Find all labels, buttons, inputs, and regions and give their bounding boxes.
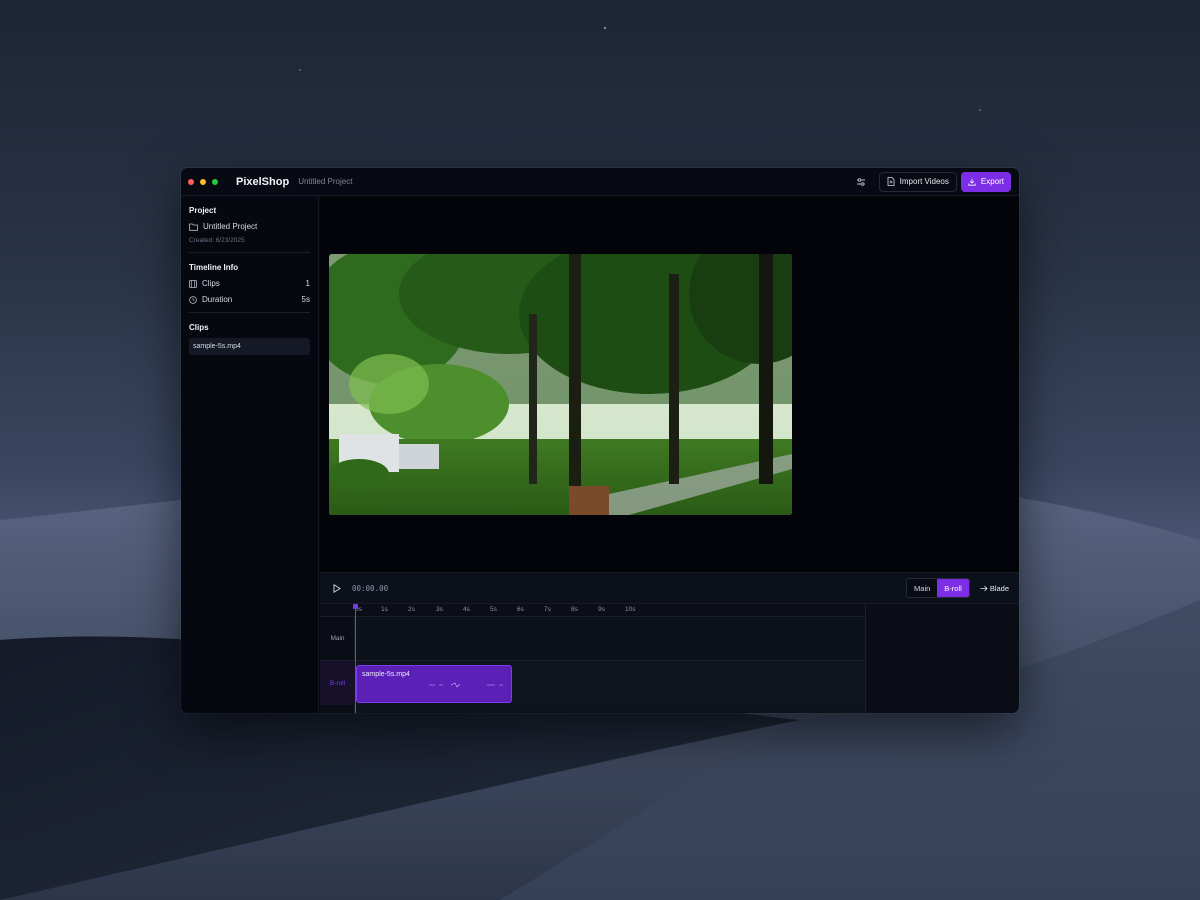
clips-count-row: Clips 1: [189, 279, 310, 288]
close-window-button[interactable]: [188, 178, 194, 185]
timeline-clip[interactable]: sample-5s.mp4: [356, 665, 512, 703]
film-icon: [189, 279, 197, 288]
minimize-window-button[interactable]: [200, 178, 206, 185]
ruler-tick: 6s: [517, 606, 524, 613]
ruler-tick: 2s: [408, 606, 415, 613]
blade-button[interactable]: Blade: [980, 584, 1009, 593]
timeline: 0s 1s 2s 3s 4s 5s 6s 7s 8s 9s 10s Main B…: [320, 604, 1019, 713]
sidebar-divider: [189, 312, 310, 313]
ruler-tick: 9s: [598, 606, 605, 613]
clips-count-label: Clips: [202, 279, 220, 288]
clips-section-title: Clips: [189, 323, 209, 332]
download-icon: [968, 178, 976, 186]
track-labels: Main B-roll: [320, 617, 355, 713]
app-name: PixelShop: [236, 175, 290, 188]
timeline-side-panel: [865, 604, 1019, 713]
export-label: Export: [980, 177, 1004, 186]
clips-count-value: 1: [305, 279, 310, 288]
time-ruler[interactable]: 0s 1s 2s 3s 4s 5s 6s 7s 8s 9s 10s: [320, 604, 865, 617]
track-label-broll: B-roll: [320, 661, 355, 705]
sidebar-divider: [189, 252, 310, 253]
ruler-tick: 8s: [571, 606, 578, 613]
main-track-button[interactable]: Main: [907, 579, 938, 597]
playback-controls: 00:00.00 Main B-roll Blade: [320, 572, 1019, 604]
main-track-lane[interactable]: [355, 617, 865, 661]
arrow-right-icon: [980, 585, 988, 591]
track-label-main: Main: [320, 617, 355, 661]
timecode: 00:00.00: [352, 583, 389, 593]
clock-icon: [189, 295, 197, 304]
clip-list-item[interactable]: sample-5s.mp4: [189, 338, 310, 355]
ruler-tick: 5s: [490, 606, 497, 613]
title-bar: PixelShop Untitled Project Import Videos: [181, 168, 1019, 196]
preview-area: [320, 196, 1019, 572]
created-date: Created: 6/23/2025: [189, 237, 245, 244]
duration-value: 5s: [301, 295, 310, 304]
project-name-label: Untitled Project: [203, 222, 258, 231]
playhead-handle[interactable]: [353, 604, 358, 609]
timeline-info-title: Timeline Info: [189, 263, 239, 272]
app-window: PixelShop Untitled Project Import Videos: [181, 168, 1019, 713]
play-icon: [333, 583, 341, 593]
duration-row: Duration 5s: [189, 295, 310, 304]
maximize-window-button[interactable]: [212, 178, 218, 185]
ruler-tick: 1s: [381, 606, 388, 613]
folder-icon: [189, 223, 198, 231]
ruler-tick: 7s: [544, 606, 551, 613]
duration-label: Duration: [202, 295, 233, 304]
ruler-tick: 4s: [463, 606, 470, 613]
play-button[interactable]: [332, 583, 342, 593]
playhead[interactable]: [355, 604, 356, 713]
import-videos-button[interactable]: Import Videos: [878, 171, 957, 192]
waveform-icon: [429, 682, 503, 688]
ruler-tick: 3s: [436, 606, 443, 613]
file-icon: [887, 177, 895, 186]
project-name: Untitled Project: [298, 177, 353, 186]
track-toggle: Main B-roll: [906, 578, 970, 598]
blade-label: Blade: [989, 583, 1009, 593]
sliders-icon: [856, 177, 865, 186]
project-section-title: Project: [189, 206, 217, 215]
sidebar: Project Untitled Project Created: 6/23/2…: [181, 196, 319, 713]
ruler-tick: 10s: [625, 606, 636, 613]
broll-track-button[interactable]: B-roll: [937, 579, 969, 597]
export-button[interactable]: Export: [960, 171, 1011, 192]
project-row: Untitled Project: [189, 222, 310, 231]
settings-button[interactable]: [853, 174, 869, 190]
import-videos-label: Import Videos: [899, 177, 949, 186]
video-preview[interactable]: [329, 254, 792, 515]
window-controls: [188, 178, 218, 185]
